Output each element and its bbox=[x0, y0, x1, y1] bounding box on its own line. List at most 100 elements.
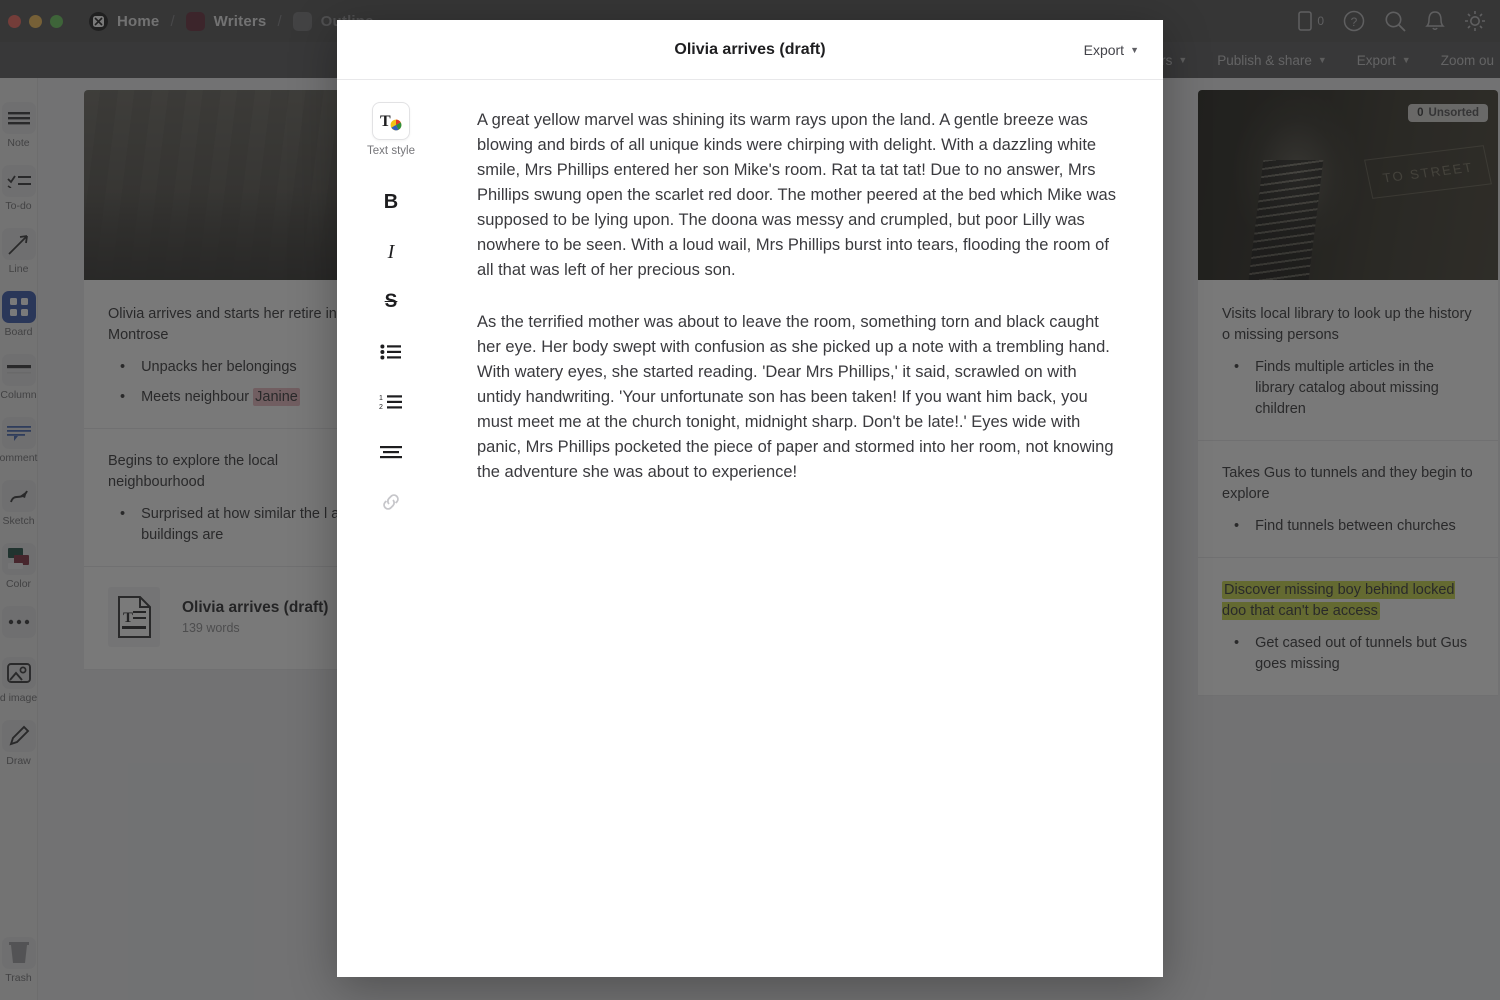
board-card[interactable]: Discover missing boy behind locked doo t… bbox=[1198, 558, 1498, 697]
link-button[interactable] bbox=[372, 483, 410, 521]
bullet-dot: • bbox=[120, 359, 126, 376]
tool-label: To-do bbox=[5, 200, 32, 212]
align-button[interactable] bbox=[372, 433, 410, 471]
help-icon[interactable]: ? bbox=[1343, 10, 1365, 32]
tool-more[interactable] bbox=[0, 606, 38, 641]
breadcrumb-separator: / bbox=[277, 12, 282, 30]
board-card[interactable]: Takes Gus to tunnels and they begin to e… bbox=[1198, 441, 1498, 559]
list-item[interactable]: • Surprised at how similar the l and bui… bbox=[108, 504, 360, 546]
app-logo-icon bbox=[89, 11, 108, 31]
breadcrumb-label: Writers bbox=[213, 12, 267, 30]
titlebar-actions[interactable]: 0 ? bbox=[1298, 10, 1500, 32]
notifications-bell-icon[interactable] bbox=[1425, 10, 1445, 32]
breadcrumb-item-writers[interactable]: Writers bbox=[182, 11, 271, 31]
trash-icon bbox=[1, 937, 36, 969]
card-bullets: • Finds multiple articles in the library… bbox=[1222, 357, 1474, 420]
italic-button[interactable]: I bbox=[372, 233, 410, 271]
numbered-list-button[interactable]: 1 2 bbox=[372, 383, 410, 421]
formatting-toolbar[interactable]: T Text style B I S 1 2 bbox=[337, 80, 445, 977]
device-count: 0 bbox=[1317, 14, 1324, 28]
device-button[interactable]: 0 bbox=[1298, 11, 1324, 31]
color-swatch bbox=[292, 11, 312, 31]
paragraph[interactable]: As the terrified mother was about to lea… bbox=[477, 310, 1119, 486]
tool-comment[interactable]: omment bbox=[0, 417, 38, 464]
bullet-dot: • bbox=[1234, 518, 1240, 535]
line-arrow-icon bbox=[1, 228, 36, 260]
sketch-icon bbox=[1, 480, 36, 512]
tool-sketch[interactable]: Sketch bbox=[0, 480, 38, 527]
document-editor-modal[interactable]: Olivia arrives (draft) Export ▼ T Text s… bbox=[337, 20, 1163, 977]
card-title: Olivia arrives and starts her retire in … bbox=[108, 306, 337, 344]
stairs-decoration bbox=[1248, 160, 1324, 280]
bulleted-list-button[interactable] bbox=[372, 333, 410, 371]
bullet-dot: • bbox=[1234, 635, 1240, 652]
card-title: Begins to explore the local neighbourhoo… bbox=[108, 453, 279, 491]
breadcrumb-item-home[interactable]: Home bbox=[85, 11, 163, 31]
svg-text:?: ? bbox=[1351, 15, 1358, 29]
card-title: Takes Gus to tunnels and they begin to e… bbox=[1222, 465, 1473, 503]
tool-board[interactable]: Board bbox=[0, 291, 38, 338]
card-title: Discover missing boy behind locked doo t… bbox=[1222, 580, 1474, 622]
paragraph[interactable]: A great yellow marvel was shining its wa… bbox=[477, 108, 1119, 284]
tool-label: omment bbox=[0, 452, 38, 464]
list-item[interactable]: • Unpacks her belongings bbox=[108, 357, 360, 378]
breadcrumb[interactable]: Home / Writers / Outline bbox=[85, 11, 378, 31]
toolbar-export[interactable]: Export ▼ bbox=[1357, 53, 1411, 68]
chevron-down-icon: ▼ bbox=[1178, 55, 1188, 65]
list-item[interactable]: • Find tunnels between churches bbox=[1222, 516, 1474, 537]
document-name: Olivia arrives (draft) bbox=[182, 599, 329, 617]
unsorted-count: 0 bbox=[1417, 107, 1424, 119]
list-item[interactable]: • Meets neighbour Janine bbox=[108, 387, 360, 408]
more-dots-icon bbox=[1, 606, 36, 638]
list-item[interactable]: • Get cased out of tunnels but Gus goes … bbox=[1222, 633, 1474, 675]
board-column-right[interactable]: TO STREET 0 Unsorted Visits local librar… bbox=[1198, 90, 1498, 697]
tool-label: Column bbox=[0, 389, 37, 401]
tool-note[interactable]: Note bbox=[0, 102, 38, 149]
text-style-button[interactable]: T bbox=[372, 102, 410, 140]
tool-line[interactable]: Line bbox=[0, 228, 38, 275]
tool-trash[interactable]: Trash bbox=[0, 937, 38, 984]
bold-button[interactable]: B bbox=[372, 183, 410, 221]
document-editor-content[interactable]: A great yellow marvel was shining its wa… bbox=[445, 80, 1163, 977]
board-grid-icon bbox=[1, 291, 36, 323]
tool-draw[interactable]: Draw bbox=[0, 720, 38, 767]
highlight-discover-missing-boy: Discover missing boy behind locked doo t… bbox=[1222, 581, 1455, 621]
close-window-button[interactable] bbox=[8, 14, 21, 28]
bullet-text: Unpacks her belongings bbox=[141, 359, 297, 376]
modal-export-label: Export bbox=[1083, 41, 1125, 58]
numbered-list-icon: 1 2 bbox=[379, 395, 402, 410]
tool-rail[interactable]: Note To-do Line Board Column omment Sket… bbox=[0, 78, 38, 1000]
text-style-label: Text style bbox=[367, 145, 415, 157]
link-icon bbox=[383, 494, 399, 510]
tool-color[interactable]: Color bbox=[0, 543, 38, 590]
tool-column[interactable]: Column bbox=[0, 354, 38, 401]
color-swatch bbox=[185, 11, 205, 31]
tool-label: Board bbox=[4, 326, 33, 338]
modal-export-button[interactable]: Export ▼ bbox=[1084, 42, 1139, 58]
highlight-janine: Janine bbox=[253, 388, 300, 407]
minimize-window-button[interactable] bbox=[29, 14, 42, 28]
search-icon[interactable] bbox=[1384, 10, 1406, 32]
bold-glyph: B bbox=[383, 190, 399, 213]
maximize-window-button[interactable] bbox=[50, 14, 63, 28]
align-icon bbox=[380, 446, 402, 459]
board-card[interactable]: Visits local library to look up the hist… bbox=[1198, 280, 1498, 442]
settings-gear-icon[interactable] bbox=[1464, 10, 1486, 32]
bulleted-list-icon bbox=[380, 344, 401, 360]
bullet-dot: • bbox=[1234, 359, 1240, 376]
toolbar-publish-share[interactable]: Publish & share ▼ bbox=[1217, 53, 1326, 68]
tool-todo[interactable]: To-do bbox=[0, 165, 38, 212]
strikethrough-glyph: S bbox=[384, 291, 398, 312]
modal-header: Olivia arrives (draft) Export ▼ bbox=[337, 20, 1163, 80]
strikethrough-button[interactable]: S bbox=[372, 283, 410, 321]
list-item[interactable]: • Finds multiple articles in the library… bbox=[1222, 357, 1474, 420]
bullet-text: Get cased out of tunnels but Gus goes mi… bbox=[1255, 635, 1468, 673]
tool-label: Note bbox=[7, 137, 30, 149]
toolbar-zoom-out[interactable]: Zoom ou bbox=[1441, 53, 1494, 68]
modal-title: Olivia arrives (draft) bbox=[674, 40, 826, 58]
window-controls[interactable] bbox=[0, 14, 63, 28]
tool-add-image[interactable]: d image bbox=[0, 657, 38, 704]
unsorted-badge[interactable]: 0 Unsorted bbox=[1408, 104, 1488, 122]
tool-label: Trash bbox=[5, 972, 32, 984]
dark-tunnel-stairway-photo[interactable]: TO STREET 0 Unsorted bbox=[1198, 90, 1498, 280]
